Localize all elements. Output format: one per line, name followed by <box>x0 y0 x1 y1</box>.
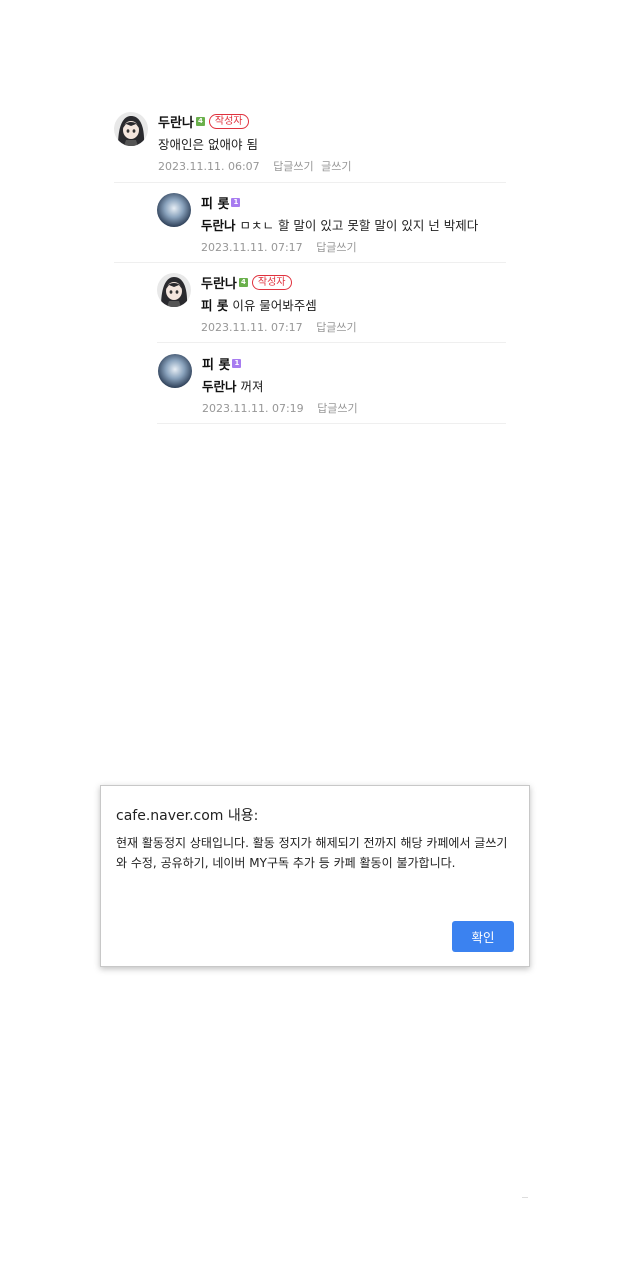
comment-item: 두란나 4 작성자 피 롯 이유 물어봐주셈 2023.11.11. 07:17… <box>157 273 507 335</box>
comment-text-body: 꺼져 <box>236 379 264 394</box>
divider <box>114 262 506 263</box>
avatar-blue-glow[interactable] <box>158 354 192 388</box>
dialog-title: cafe.naver.com 내용: <box>116 808 259 824</box>
avatar-anime-girl[interactable] <box>157 273 191 307</box>
reply-button[interactable]: 답글쓰기 <box>316 241 356 254</box>
extra-write-button[interactable]: 글쓰기 <box>321 160 351 173</box>
comment-text: 두란나 꺼져 <box>202 376 508 395</box>
mention-link[interactable]: 두란나 <box>201 218 236 233</box>
reply-button[interactable]: 답글쓰기 <box>316 321 356 334</box>
anime-girl-avatar-icon <box>114 112 148 146</box>
comment-item: 피 롯 1 두란나 꺼져 2023.11.11. 07:19 답글쓰기 <box>158 354 508 416</box>
level-badge-icon: 4 <box>195 116 205 126</box>
divider <box>522 1197 528 1198</box>
writer-badge: 작성자 <box>251 274 292 290</box>
comment-text: 장애인은 없애야 됨 <box>158 134 506 153</box>
writer-badge: 작성자 <box>208 113 249 129</box>
divider <box>157 423 506 424</box>
dialog-message: 현재 활동정지 상태입니다. 활동 정지가 해제되기 전까지 해당 카페에서 글… <box>116 836 508 870</box>
avatar-blue-glow[interactable] <box>157 193 191 227</box>
blue-glow-avatar-icon <box>158 354 192 388</box>
level-badge-icon: 1 <box>232 358 242 368</box>
comment-text: 피 롯 이유 물어봐주셈 <box>201 295 507 314</box>
mention-link[interactable]: 두란나 <box>202 379 237 394</box>
mention-link[interactable]: 피 롯 <box>201 298 228 313</box>
comment-date: 2023.11.11. 07:17 <box>201 241 303 254</box>
comment-date: 2023.11.11. 07:17 <box>201 321 303 334</box>
anime-girl-avatar-icon <box>157 273 191 307</box>
comment-author[interactable]: 피 롯 <box>201 193 229 212</box>
comment-date: 2023.11.11. 07:19 <box>202 402 304 415</box>
comment-author[interactable]: 두란나 <box>158 112 194 131</box>
ok-button[interactable]: 확인 <box>452 921 514 952</box>
comment-item: 두란나 4 작성자 장애인은 없애야 됨 2023.11.11. 06:07 답… <box>114 112 506 174</box>
level-badge-icon: 1 <box>231 197 241 207</box>
avatar-anime-girl[interactable] <box>114 112 148 146</box>
comment-author[interactable]: 피 롯 <box>202 354 230 373</box>
divider <box>114 182 506 183</box>
reply-button[interactable]: 답글쓰기 <box>317 402 357 415</box>
comment-meta: 2023.11.11. 06:07 답글쓰기 글쓰기 <box>158 158 506 174</box>
comment-meta: 2023.11.11. 07:17 답글쓰기 <box>201 319 507 335</box>
comment-item: 피 롯 1 두란나 ㅁㅊㄴ 할 말이 있고 못할 말이 있지 넌 박제다 202… <box>157 193 517 255</box>
comment-meta: 2023.11.11. 07:17 답글쓰기 <box>201 239 517 255</box>
comment-author[interactable]: 두란나 <box>201 273 237 292</box>
divider <box>157 342 506 343</box>
level-badge-icon: 4 <box>238 277 248 287</box>
comment-text-body: ㅁㅊㄴ 할 말이 있고 못할 말이 있지 넌 박제다 <box>235 218 479 233</box>
alert-dialog: cafe.naver.com 내용: 현재 활동정지 상태입니다. 활동 정지가… <box>100 785 530 967</box>
comment-text: 두란나 ㅁㅊㄴ 할 말이 있고 못할 말이 있지 넌 박제다 <box>201 215 517 234</box>
page: 두란나 4 작성자 장애인은 없애야 됨 2023.11.11. 06:07 답… <box>0 0 640 1280</box>
comment-meta: 2023.11.11. 07:19 답글쓰기 <box>202 400 508 416</box>
reply-button[interactable]: 답글쓰기 <box>273 160 313 173</box>
comment-text-body: 이유 물어봐주셈 <box>228 298 317 313</box>
comment-text-body: 장애인은 없애야 됨 <box>158 137 258 152</box>
blue-glow-avatar-icon <box>157 193 191 227</box>
comment-date: 2023.11.11. 06:07 <box>158 160 260 173</box>
